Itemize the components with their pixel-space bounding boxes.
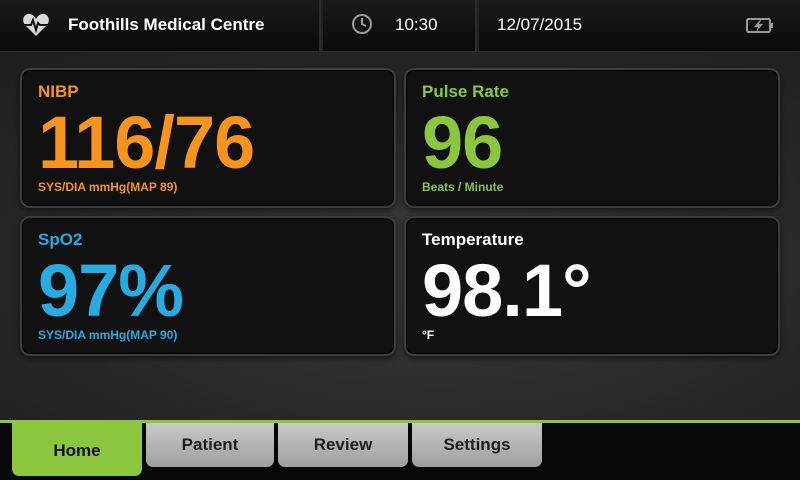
tab-review[interactable]: Review <box>278 423 408 467</box>
pulse-rate-value: 96 <box>422 101 503 184</box>
nibp-unit: SYS/DIA mmHg(MAP 89) <box>38 180 178 194</box>
nibp-tile[interactable]: NIBP 116/76 SYS/DIA mmHg(MAP 89) <box>20 68 396 208</box>
temperature-tile[interactable]: Temperature 98.1° °F <box>404 216 780 356</box>
spo2-unit: SYS/DIA mmHg(MAP 90) <box>38 328 178 342</box>
spo2-tile[interactable]: SpO2 97% SYS/DIA mmHg(MAP 90) <box>20 216 396 356</box>
tab-settings[interactable]: Settings <box>412 423 542 467</box>
pulse-rate-title: Pulse Rate <box>422 82 509 101</box>
nibp-title: NIBP <box>38 82 79 101</box>
temperature-title: Temperature <box>422 230 524 249</box>
tab-home[interactable]: Home <box>12 423 142 476</box>
tab-patient[interactable]: Patient <box>146 423 274 467</box>
current-time: 10:30 <box>395 15 438 34</box>
pulse-rate-tile[interactable]: Pulse Rate 96 Beats / Minute <box>404 68 780 208</box>
pulse-rate-unit: Beats / Minute <box>422 180 504 194</box>
nibp-value: 116/76 <box>38 101 255 184</box>
facility-segment: Foothills Medical Centre <box>0 0 321 52</box>
spo2-value: 97% <box>38 249 184 332</box>
temperature-value: 98.1° <box>422 249 592 332</box>
date-segment: 12/07/2015 <box>479 0 800 52</box>
spo2-title: SpO2 <box>38 230 83 249</box>
time-segment: 10:30 <box>323 0 477 52</box>
current-date: 12/07/2015 <box>497 15 583 34</box>
temperature-unit: °F <box>422 328 435 342</box>
status-bar: Foothills Medical Centre 10:30 12/07/201… <box>0 0 800 52</box>
facility-name: Foothills Medical Centre <box>68 15 265 34</box>
